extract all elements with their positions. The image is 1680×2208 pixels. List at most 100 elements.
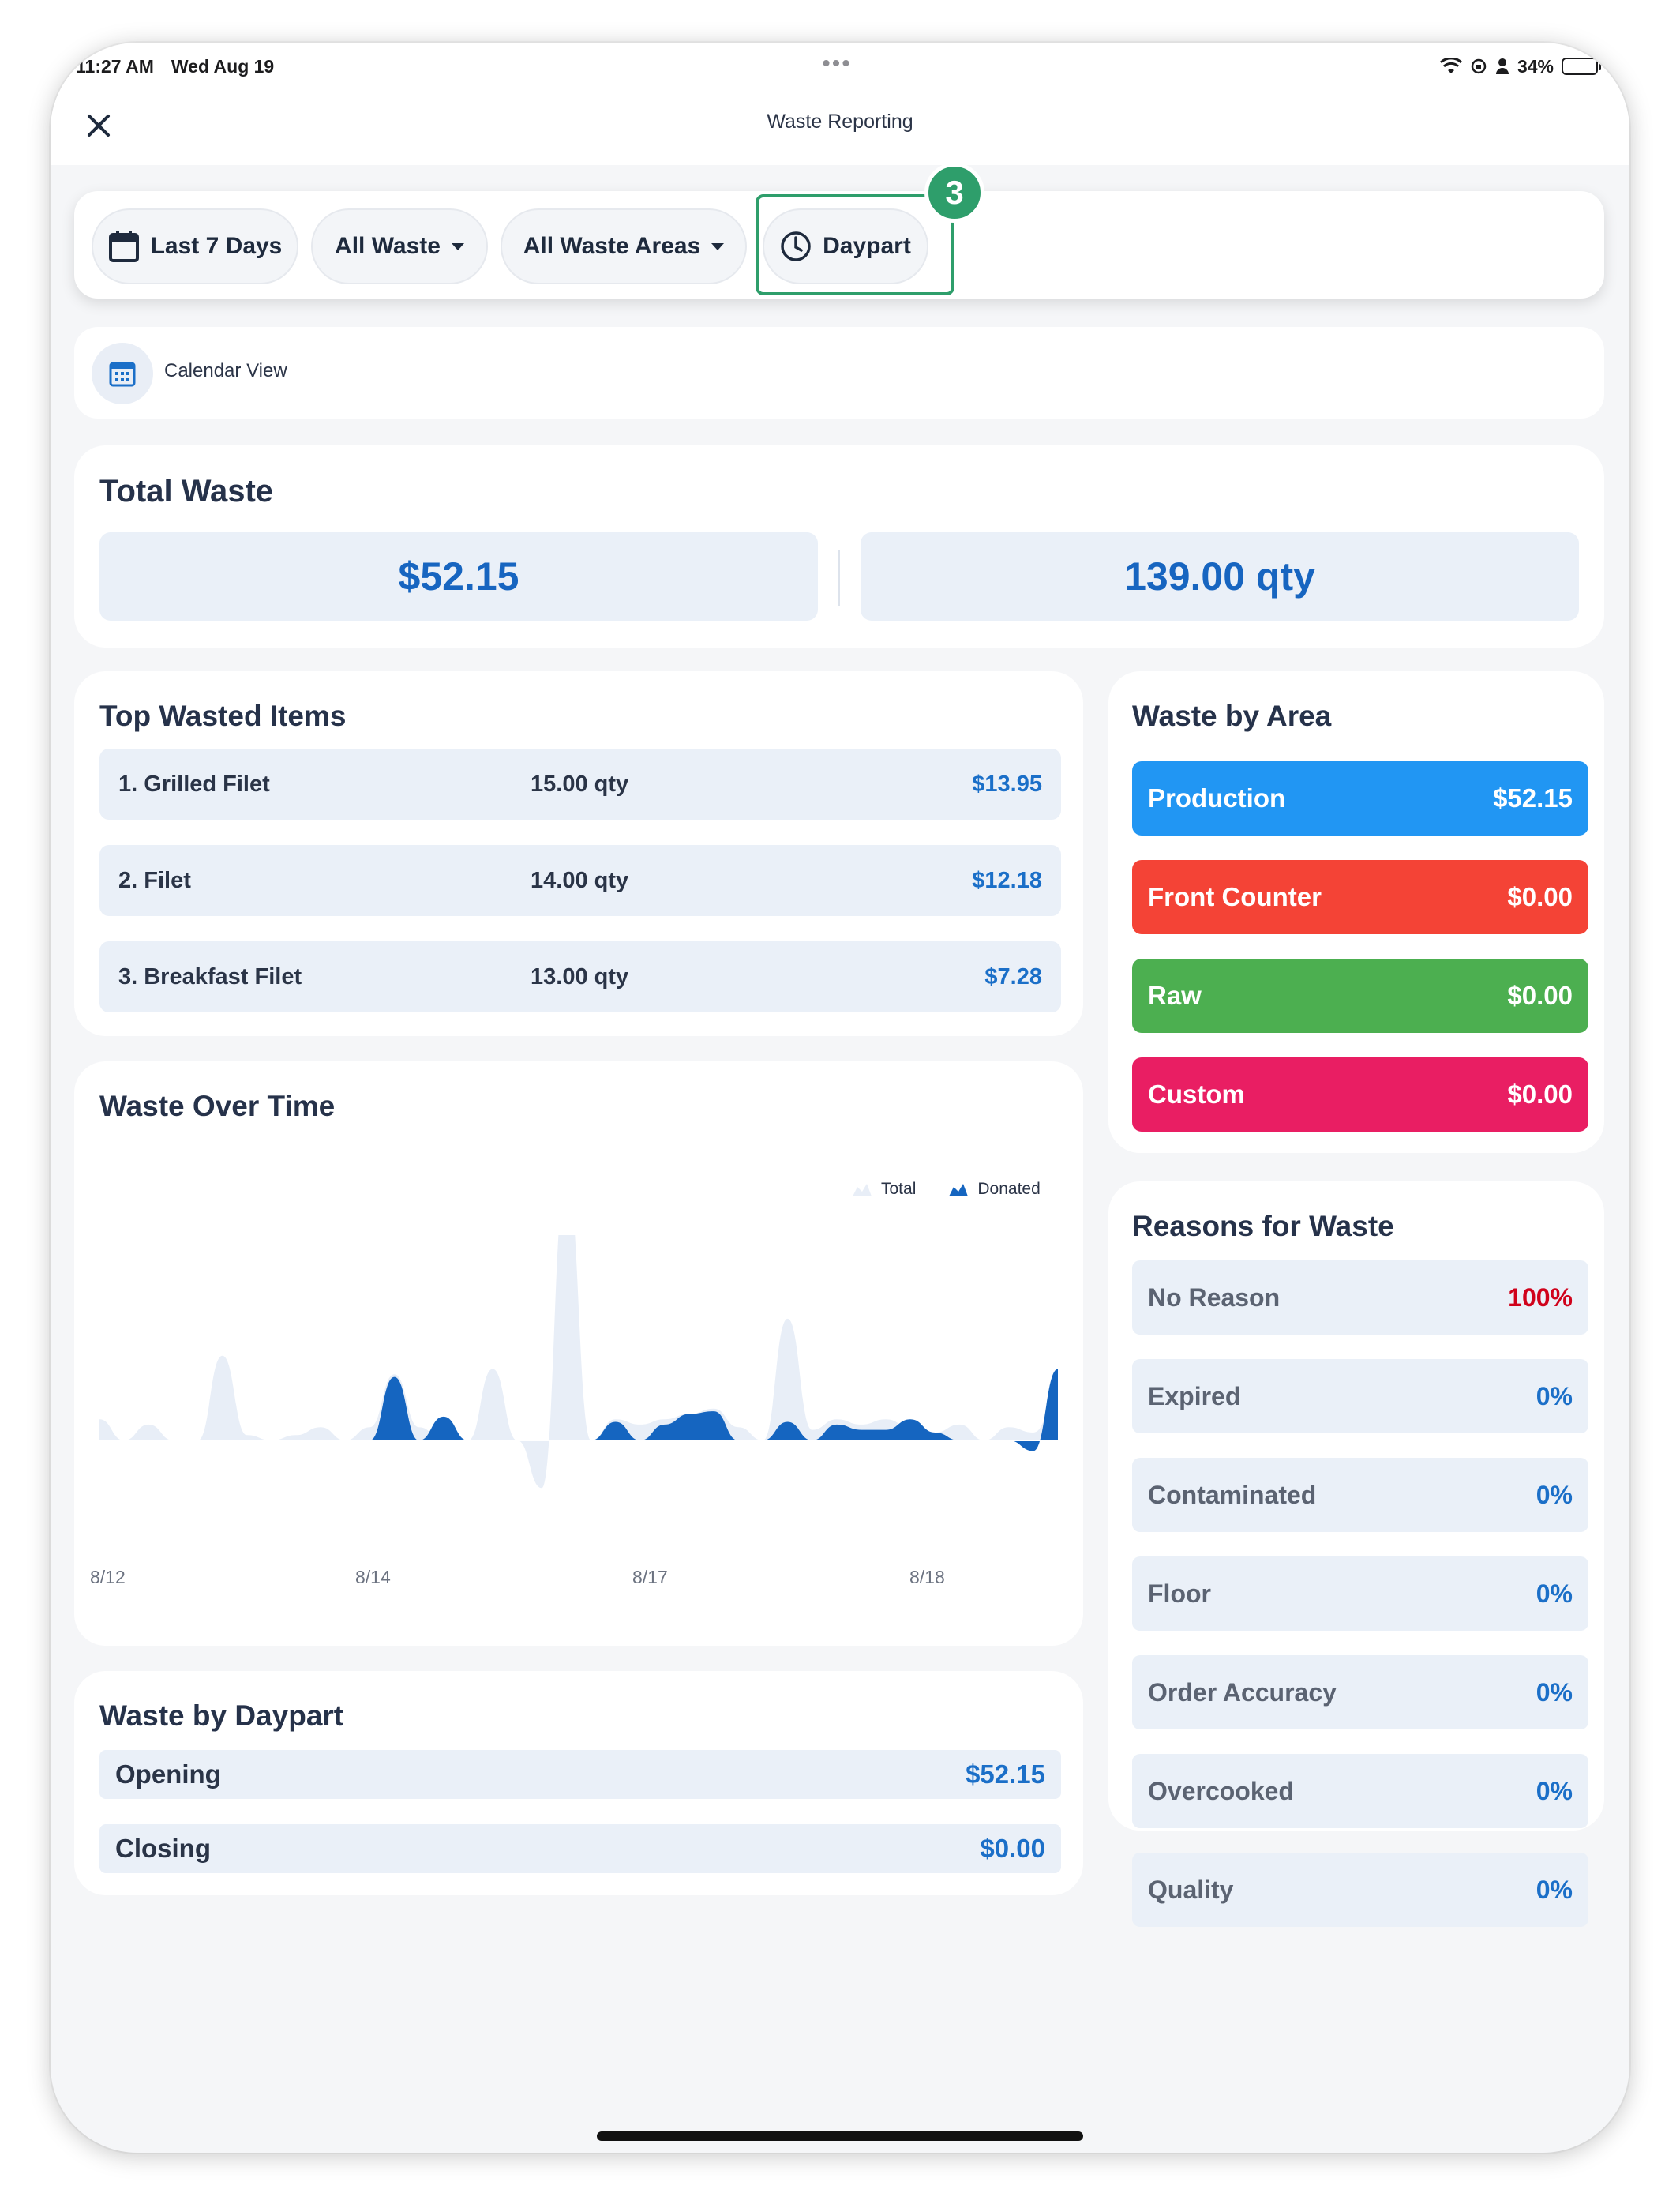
reason-name: Quality	[1148, 1876, 1234, 1904]
status-time: 11:27 AM	[76, 55, 154, 77]
battery-percent: 34%	[1517, 55, 1554, 77]
legend-donated-label: Donated	[977, 1180, 1041, 1198]
item-qty: 15.00 qty	[531, 772, 629, 797]
reason-value: 0%	[1536, 1481, 1573, 1509]
calendar-icon	[108, 231, 139, 262]
waste-by-daypart-card: Waste by Daypart Opening $52.15 Closing …	[74, 1671, 1083, 1895]
daypart-highlight-frame	[756, 194, 954, 295]
area-name: Custom	[1148, 1080, 1245, 1109]
calendar-view-icon	[92, 343, 153, 404]
reason-name: Contaminated	[1148, 1481, 1317, 1509]
reason-row[interactable]: No Reason 100%	[1132, 1260, 1588, 1335]
list-item[interactable]: 3. Breakfast Filet 13.00 qty $7.28	[99, 941, 1061, 1012]
daypart-name: Closing	[115, 1834, 211, 1863]
x-tick-label: 8/14	[355, 1567, 391, 1587]
reasons-for-waste-title: Reasons for Waste	[1132, 1210, 1394, 1242]
item-cost: $7.28	[984, 964, 1042, 989]
total-waste-title: Total Waste	[99, 474, 274, 509]
status-indicators: 34%	[1439, 51, 1601, 82]
reason-name: Expired	[1148, 1382, 1241, 1410]
waste-by-area-card: Waste by Area Production $52.15 Front Co…	[1108, 671, 1604, 1153]
daypart-value: $52.15	[966, 1759, 1045, 1789]
area-row-raw[interactable]: Raw $0.00	[1132, 959, 1588, 1033]
waste-area-label: All Waste Areas	[523, 233, 701, 259]
calendar-view-label: Calendar View	[164, 360, 287, 381]
area-value: $0.00	[1507, 1080, 1573, 1109]
reason-row[interactable]: Contaminated 0%	[1132, 1458, 1588, 1532]
area-row-custom[interactable]: Custom $0.00	[1132, 1057, 1588, 1132]
daypart-row-opening[interactable]: Opening $52.15	[99, 1750, 1061, 1799]
reason-name: Floor	[1148, 1579, 1211, 1608]
tablet-screen: 11:27 AM Wed Aug 19 ••• 34% Waste Report…	[51, 43, 1629, 2153]
divider	[838, 550, 840, 606]
home-indicator[interactable]	[597, 2131, 1083, 2141]
legend-donated-icon	[949, 1184, 969, 1196]
chevron-down-icon	[711, 242, 725, 250]
area-row-front-counter[interactable]: Front Counter $0.00	[1132, 860, 1588, 934]
legend-total-label: Total	[881, 1180, 917, 1198]
multitask-dots-icon[interactable]: •••	[822, 51, 852, 77]
chart-legend: Total Donated	[853, 1180, 1041, 1199]
chevron-down-icon	[451, 242, 464, 250]
date-range-filter[interactable]: Last 7 Days	[92, 208, 298, 284]
waste-by-daypart-title: Waste by Daypart	[99, 1699, 344, 1732]
list-item[interactable]: 2. Filet 14.00 qty $12.18	[99, 845, 1061, 916]
x-tick-label: 8/12	[90, 1567, 126, 1587]
reason-row[interactable]: Quality 0%	[1132, 1853, 1588, 1927]
area-value: $0.00	[1507, 981, 1573, 1010]
total-waste-card: Total Waste $52.15 139.00 qty	[74, 445, 1604, 648]
series-total-area	[99, 1235, 1058, 1489]
calendar-view-card[interactable]: Calendar View	[74, 327, 1604, 419]
total-waste-quantity: 139.00 qty	[861, 532, 1579, 621]
battery-icon	[1562, 58, 1601, 75]
page-title: Waste Reporting	[767, 111, 913, 133]
reason-value: 100%	[1508, 1283, 1573, 1312]
top-wasted-items-card: Top Wasted Items 1. Grilled Filet 15.00 …	[74, 671, 1083, 1036]
x-tick-label: 8/18	[909, 1567, 945, 1587]
waste-over-time-chart	[99, 1235, 1058, 1489]
item-qty: 14.00 qty	[531, 868, 629, 893]
reason-name: No Reason	[1148, 1283, 1281, 1312]
area-name: Raw	[1148, 981, 1202, 1010]
orientation-lock-icon	[1471, 58, 1487, 74]
reason-name: Order Accuracy	[1148, 1678, 1337, 1707]
person-icon	[1495, 58, 1509, 74]
daypart-name: Opening	[115, 1759, 221, 1789]
reason-name: Overcooked	[1148, 1777, 1294, 1805]
total-waste-amount: $52.15	[99, 532, 818, 621]
reason-row[interactable]: Overcooked 0%	[1132, 1754, 1588, 1828]
item-name: 3. Breakfast Filet	[118, 964, 302, 989]
reason-value: 0%	[1536, 1678, 1573, 1707]
status-date: Wed Aug 19	[171, 55, 275, 77]
item-cost: $12.18	[972, 868, 1042, 893]
waste-over-time-card: Waste Over Time Total Donated 8/12 8/14 …	[74, 1061, 1083, 1646]
reason-row[interactable]: Floor 0%	[1132, 1556, 1588, 1631]
reason-row[interactable]: Order Accuracy 0%	[1132, 1655, 1588, 1729]
area-name: Front Counter	[1148, 882, 1322, 911]
wifi-icon	[1439, 58, 1462, 73]
legend-total-icon	[853, 1184, 872, 1196]
waste-type-filter[interactable]: All Waste	[311, 208, 488, 284]
status-bar: 11:27 AM Wed Aug 19 ••• 34%	[76, 51, 1601, 82]
area-value: $0.00	[1507, 882, 1573, 911]
list-item[interactable]: 1. Grilled Filet 15.00 qty $13.95	[99, 749, 1061, 820]
date-range-label: Last 7 Days	[150, 233, 283, 259]
reason-row[interactable]: Expired 0%	[1132, 1359, 1588, 1433]
item-qty: 13.00 qty	[531, 964, 629, 989]
waste-type-label: All Waste	[335, 233, 441, 259]
top-wasted-items-title: Top Wasted Items	[99, 700, 347, 732]
reason-value: 0%	[1536, 1876, 1573, 1904]
top-bar: 11:27 AM Wed Aug 19 ••• 34% Waste Report…	[51, 43, 1629, 165]
waste-area-filter[interactable]: All Waste Areas	[501, 208, 747, 284]
item-name: 2. Filet	[118, 868, 191, 893]
reason-value: 0%	[1536, 1777, 1573, 1805]
waste-over-time-title: Waste Over Time	[99, 1090, 336, 1122]
daypart-row-closing[interactable]: Closing $0.00	[99, 1824, 1061, 1873]
reasons-for-waste-card: Reasons for Waste No Reason 100% Expired 0%…	[1108, 1181, 1604, 1927]
reason-value: 0%	[1536, 1382, 1573, 1410]
waste-by-area-title: Waste by Area	[1132, 700, 1332, 732]
item-cost: $13.95	[972, 772, 1042, 797]
item-name: 1. Grilled Filet	[118, 772, 270, 797]
area-row-production[interactable]: Production $52.15	[1132, 761, 1588, 836]
daypart-value: $0.00	[980, 1834, 1045, 1863]
